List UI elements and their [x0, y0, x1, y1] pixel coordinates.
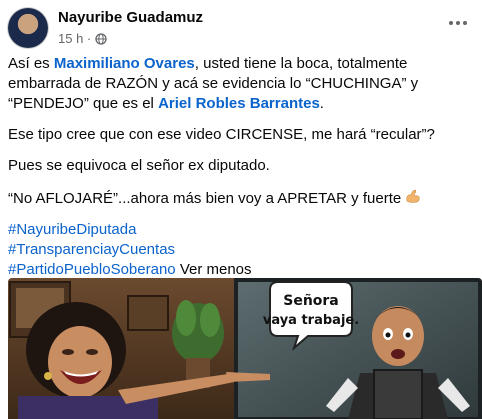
text-run: “No AFLOJARÉ”...ahora más bien voy a APR…	[8, 190, 402, 207]
more-options-icon	[449, 21, 453, 25]
cartoon-illustration: Señora vaya trabaje.	[8, 278, 482, 419]
more-options-dot	[463, 21, 467, 25]
more-options-dot	[456, 21, 460, 25]
hashtag-nayuribe-diputada[interactable]: #NayuribeDiputada	[8, 220, 474, 240]
post-text: Así es Maximiliano Ovares, usted tiene l…	[8, 54, 474, 291]
hashtag-line: #PartidoPuebloSoberano Ver menos	[8, 261, 252, 278]
hashtag-partido-pueblo-soberano[interactable]: #PartidoPuebloSoberano	[8, 261, 176, 278]
flexed-biceps-icon	[406, 189, 420, 203]
mention-maximiliano-ovares[interactable]: Maximiliano Ovares	[54, 55, 195, 72]
text-run: .	[319, 95, 324, 112]
post-paragraph-2: Ese tipo cree que con ese video CIRCENSE…	[8, 126, 435, 143]
hashtags-block: #NayuribeDiputada #TransparenciayCuentas…	[8, 220, 474, 280]
mention-ariel-robles[interactable]: Ariel Robles Barrantes	[158, 95, 320, 112]
post-image[interactable]: Señora vaya trabaje.	[8, 278, 482, 419]
post-paragraph-3: Pues se equivoca el señor ex diputado.	[8, 157, 270, 174]
author-name[interactable]: Nayuribe Guadamuz	[58, 9, 203, 26]
post-time[interactable]: 15 h ·	[58, 31, 91, 46]
post-paragraph-1: Así es Maximiliano Ovares, usted tiene l…	[8, 54, 474, 114]
post-paragraph-4: “No AFLOJARÉ”...ahora más bien voy a APR…	[8, 187, 474, 209]
hashtag-transparencia-y-cuentas[interactable]: #TransparenciayCuentas	[8, 240, 474, 260]
globe-icon	[95, 32, 107, 45]
more-options-button[interactable]	[444, 13, 472, 33]
text-run: Así es	[8, 55, 54, 72]
post-header: Nayuribe Guadamuz 15 h ·	[0, 0, 482, 50]
post-meta: 15 h ·	[58, 31, 107, 46]
speech-bubble-line-1: Señora	[283, 293, 339, 309]
see-less-link[interactable]: Ver menos	[180, 261, 252, 278]
author-avatar[interactable]	[8, 8, 48, 48]
speech-bubble-line-2: vaya trabaje.	[263, 313, 359, 328]
